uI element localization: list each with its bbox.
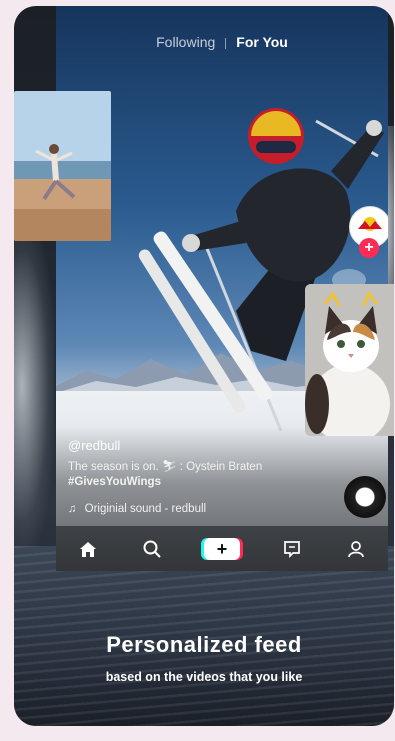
home-icon[interactable] [76,537,100,561]
tab-divider [225,37,227,49]
post-sound[interactable]: ♫ Originial sound - redbull [68,503,206,515]
sound-label: Originial sound - redbull [84,503,207,515]
music-note-icon: ♫ [68,503,77,515]
create-button[interactable]: + [204,537,240,560]
promo-card: Following For You + @redbull The season i… [14,6,394,726]
background-snow-left [14,226,54,546]
tab-following[interactable]: Following [156,34,215,50]
search-icon[interactable] [140,537,164,561]
profile-icon[interactable] [344,537,368,561]
cat-thumbnail [305,284,394,436]
caption-text: The season is on. ⛷ : Oystein Braten [68,461,263,473]
tab-for-you[interactable]: For You [236,34,288,50]
beach-yoga-thumbnail [14,91,111,241]
promo-subline: based on the videos that you like [105,670,303,684]
bottom-nav: + [56,526,388,571]
inbox-icon[interactable] [280,537,304,561]
post-username[interactable]: @redbull [68,438,120,453]
post-caption: The season is on. ⛷ : Oystein Braten #Gi… [68,460,308,490]
feed-tabs: Following For You [56,34,388,50]
follow-plus-button[interactable]: + [359,238,379,258]
promo-headline: Personalized feed [106,632,302,657]
caption-hashtag[interactable]: #GivesYouWings [68,475,308,490]
sound-disc[interactable] [344,476,386,518]
